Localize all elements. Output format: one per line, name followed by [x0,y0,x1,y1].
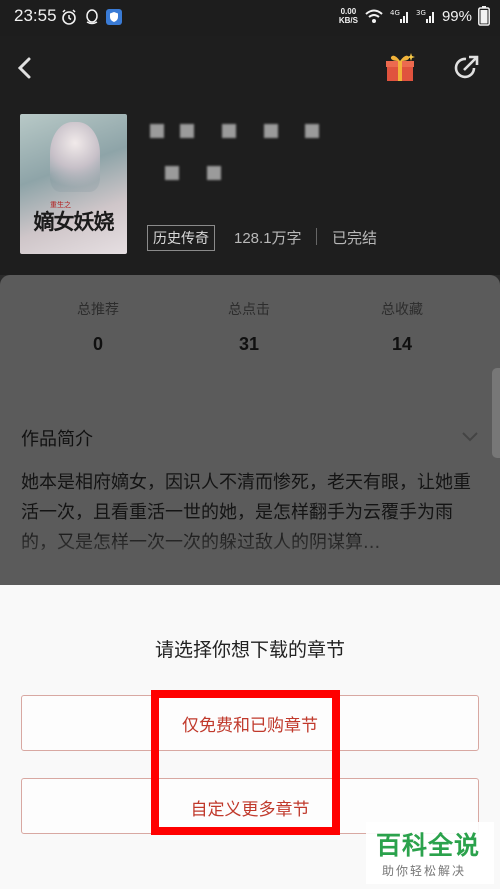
status-bar: 23:55 0.00 KB/S 4G 3G 99% [0,0,500,36]
redacted-title [222,124,236,138]
finish-status: 已完结 [332,229,378,247]
gift-icon[interactable] [384,52,416,84]
stat-recommend: 总推荐 0 [38,299,158,355]
cover-title: 嫡女妖娆 [33,209,115,234]
stat-favorites: 总收藏 14 [342,299,462,355]
alarm-icon [62,9,76,25]
redacted-author [207,166,221,180]
signal-3g-icon: 3G [416,9,434,23]
stat-label: 总收藏 [381,302,423,318]
stat-value: 31 [238,334,260,354]
redacted-title [180,124,194,138]
intro-fade [0,525,500,585]
chevron-left-icon[interactable] [12,54,40,82]
redacted-author [165,166,179,180]
stat-clicks: 总点击 31 [189,299,309,355]
signal-4g-icon: 4G [390,9,408,23]
meta-divider [316,228,317,245]
status-right: 0.00 KB/S 4G 3G 99% [339,6,490,26]
cover-illustration [50,122,100,192]
top-nav [0,36,500,100]
book-detail-panel: 总推荐 0 总点击 31 总收藏 14 作品简介 她本是相府嫡女，因识人不清而惨… [0,275,500,585]
sheet-title: 请选择你想下载的章节 [154,639,345,661]
option-free-label[interactable]: 仅免费和已购章节 [0,711,500,736]
genre-tag[interactable]: 历史传奇 [147,225,215,251]
book-header: 重生之 嫡女妖娆 历史传奇 128.1万字 已完结 [0,100,500,275]
battery-icon [478,6,490,26]
book-cover[interactable]: 重生之 嫡女妖娆 [20,114,127,254]
watermark-sub: 助你轻松解决 [382,864,467,878]
option-custom-label[interactable]: 自定义更多章节 [0,795,500,820]
redacted-title [264,124,278,138]
stat-label: 总推荐 [77,302,119,318]
redacted-title [305,124,319,138]
scroll-handle[interactable] [492,368,500,458]
stat-label: 总点击 [228,302,270,318]
watermark: 百科全说 助你轻松解决 [366,822,494,884]
battery-percent: 99% [441,7,472,25]
word-count: 128.1万字 [234,230,302,247]
chevron-down-icon[interactable] [460,427,480,445]
share-icon[interactable] [452,54,480,82]
status-time: 23:55 [14,6,57,25]
intro-title: 作品简介 [21,429,93,450]
shield-app-icon [106,9,122,25]
stat-value: 14 [391,334,413,354]
redacted-title [150,124,164,138]
qq-icon [86,9,98,25]
stat-value: 0 [92,334,103,354]
network-speed: 0.00 KB/S [338,7,358,25]
svg-text:3G: 3G [416,9,426,17]
watermark-main: 百科全说 [376,831,481,860]
svg-text:4G: 4G [390,9,400,17]
wifi-icon [365,9,383,23]
